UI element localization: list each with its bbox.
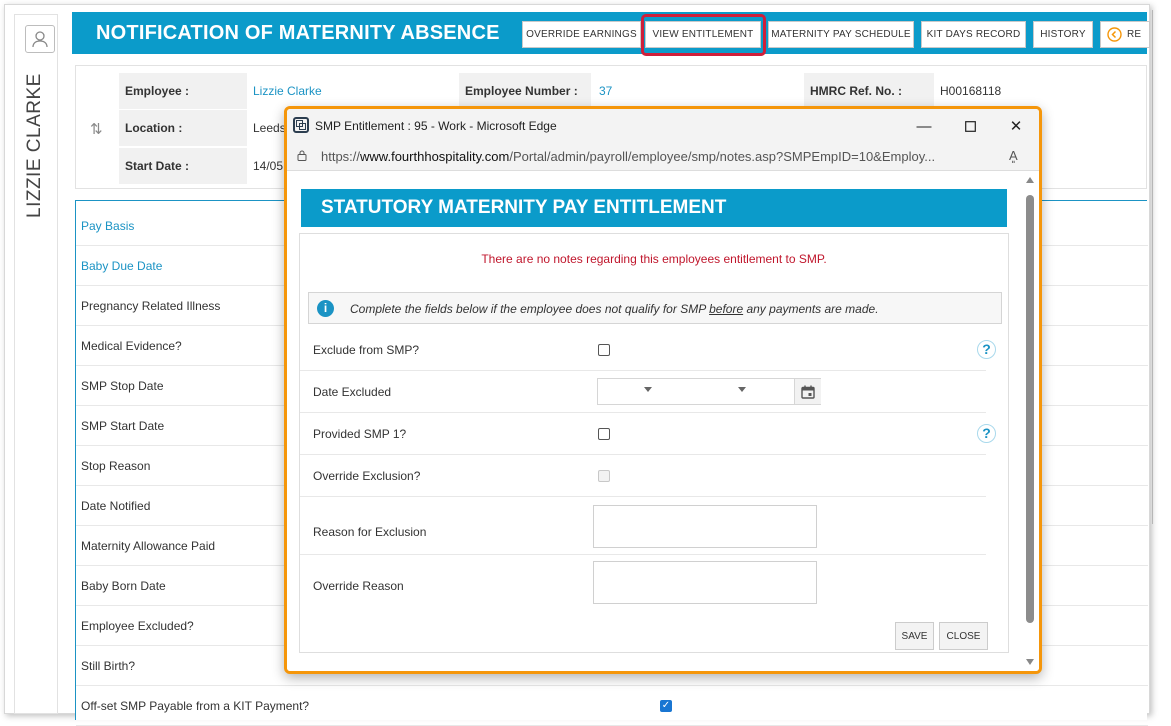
start-date-label: Start Date :	[119, 148, 247, 184]
reason-for-exclusion-input[interactable]	[593, 505, 817, 548]
row-date-excluded: Date Excluded	[300, 371, 986, 413]
start-date-value: 14/05	[253, 159, 284, 173]
scroll-thumb[interactable]	[1026, 195, 1034, 623]
row-exclude-from-smp: Exclude from SMP? ?	[300, 329, 996, 371]
close-window-icon[interactable]: ✕	[1005, 115, 1027, 137]
page: LIZZIE CLARKE NOTIFICATION OF MATERNITY …	[0, 0, 1171, 726]
employee-name-vertical: LIZZIE CLARKE	[24, 73, 45, 218]
url-text[interactable]: https://www.fourthhospitality.com/Portal…	[321, 149, 1001, 164]
reason-for-exclusion-label: Reason for Exclusion	[313, 525, 427, 539]
sort-arrows-icon[interactable]: ⇅	[90, 120, 103, 138]
smp-form: There are no notes regarding this employ…	[299, 233, 1009, 653]
override-earnings-button[interactable]: OVERRIDE EARNINGS	[522, 21, 641, 48]
provided-smp1-label: Provided SMP 1?	[313, 427, 407, 441]
employee-number-label: Employee Number :	[459, 73, 591, 109]
back-circle-icon	[1107, 27, 1122, 42]
close-button[interactable]: CLOSE	[939, 622, 988, 650]
override-reason-input[interactable]	[593, 561, 817, 604]
location-value: Leeds	[253, 121, 286, 135]
view-entitlement-highlight	[641, 14, 766, 56]
lock-icon	[297, 150, 307, 161]
avatar[interactable]	[25, 25, 55, 53]
maternity-pay-schedule-button[interactable]: MATERNITY PAY SCHEDULE	[768, 21, 914, 48]
employee-name-link[interactable]: Lizzie Clarke	[253, 73, 322, 109]
location-label: Location :	[119, 110, 247, 146]
history-button[interactable]: HISTORY	[1033, 21, 1093, 48]
employee-number-link[interactable]: 37	[599, 73, 612, 109]
override-exclusion-checkbox[interactable]	[598, 470, 610, 482]
return-button[interactable]: RE	[1100, 21, 1150, 48]
date-excluded-label: Date Excluded	[313, 385, 392, 399]
site-app-icon	[293, 117, 309, 133]
provided-smp1-checkbox[interactable]	[598, 428, 610, 440]
row-override-reason: Override Reason	[300, 555, 986, 613]
save-button[interactable]: SAVE	[895, 622, 934, 650]
return-button-label: RE	[1127, 29, 1142, 40]
popup-content: STATUTORY MATERNITY PAY ENTITLEMENT Ther…	[287, 171, 1039, 671]
hmrc-value: H00168118	[940, 84, 1002, 98]
minimize-icon[interactable]: —	[913, 115, 935, 137]
scroll-down-icon[interactable]	[1026, 659, 1034, 665]
smp-entitlement-popup: SMP Entitlement : 95 - Work - Microsoft …	[284, 106, 1042, 674]
override-reason-label: Override Reason	[313, 579, 404, 593]
calendar-icon[interactable]	[794, 379, 821, 404]
read-aloud-icon[interactable]: A͈	[1009, 148, 1018, 163]
info-message: i Complete the fields below if the emplo…	[308, 292, 1002, 324]
info-text: Complete the fields below if the employe…	[350, 302, 879, 316]
employee-label: Employee :	[119, 73, 247, 109]
row-provided-smp1: Provided SMP 1? ?	[300, 413, 996, 455]
kit-offset-checkbox[interactable]: ✓	[660, 700, 672, 712]
exclude-from-smp-label: Exclude from SMP?	[313, 343, 420, 357]
scroll-up-icon[interactable]	[1026, 177, 1034, 183]
help-icon[interactable]: ?	[977, 424, 996, 443]
chevron-down-icon[interactable]	[738, 387, 746, 392]
kit-days-record-button[interactable]: KIT DAYS RECORD	[921, 21, 1026, 48]
no-notes-message: There are no notes regarding this employ…	[481, 252, 827, 266]
override-exclusion-label: Override Exclusion?	[313, 469, 421, 483]
chevron-down-icon[interactable]	[644, 387, 652, 392]
popup-window-title: SMP Entitlement : 95 - Work - Microsoft …	[315, 119, 557, 133]
popup-titlebar: SMP Entitlement : 95 - Work - Microsoft …	[287, 109, 1039, 141]
maximize-icon[interactable]	[959, 115, 981, 137]
help-icon[interactable]: ?	[977, 340, 996, 359]
user-icon	[32, 31, 48, 48]
page-title: NOTIFICATION OF MATERNITY ABSENCE	[96, 22, 500, 44]
date-excluded-picker[interactable]	[597, 378, 821, 405]
address-bar[interactable]: https://www.fourthhospitality.com/Portal…	[287, 141, 1039, 171]
row-reason-for-exclusion: Reason for Exclusion	[300, 497, 986, 555]
info-icon: i	[317, 300, 334, 317]
exclude-from-smp-checkbox[interactable]	[598, 344, 610, 356]
popup-scrollbar[interactable]	[1023, 171, 1037, 671]
smp-banner: STATUTORY MATERNITY PAY ENTITLEMENT	[301, 189, 1007, 227]
hmrc-label: HMRC Ref. No. :	[804, 73, 934, 109]
header-bar: NOTIFICATION OF MATERNITY ABSENCE OVERRI…	[72, 12, 1150, 54]
detail-row: Off-set SMP Payable from a KIT Payment?	[76, 686, 1148, 726]
background-window-edge	[1152, 10, 1158, 524]
row-override-exclusion: Override Exclusion?	[300, 455, 986, 497]
